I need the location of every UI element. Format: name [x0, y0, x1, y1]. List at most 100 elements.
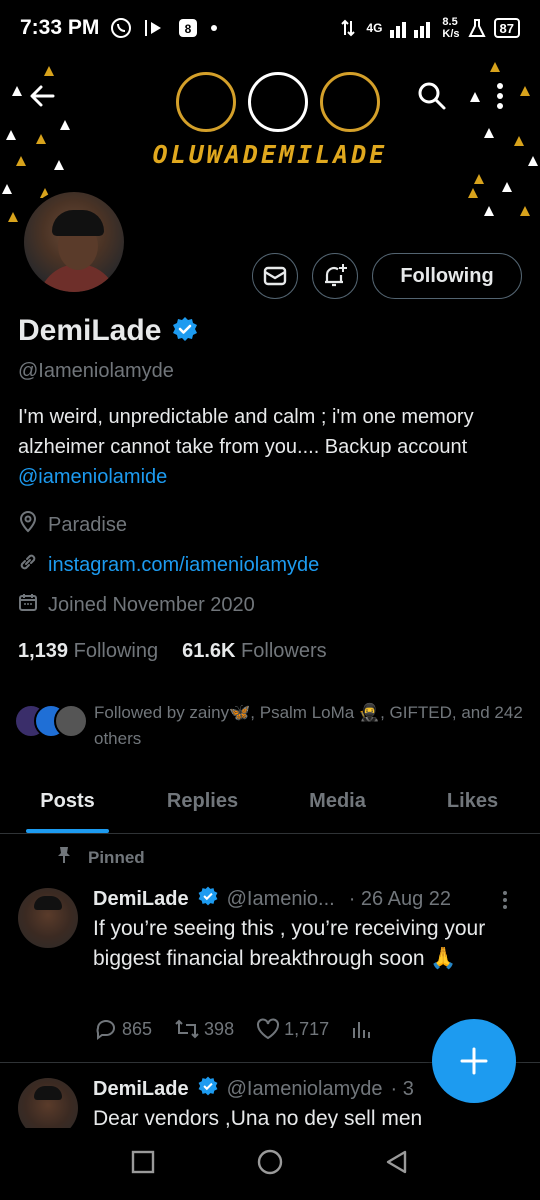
search-icon	[418, 82, 446, 110]
views-button[interactable]	[351, 1018, 373, 1040]
app-notification-icon: 8	[177, 17, 199, 39]
verified-badge-icon	[197, 885, 219, 913]
mail-icon	[263, 266, 287, 286]
network-speed: 8.5 K/s	[442, 16, 460, 40]
more-vertical-icon	[503, 891, 507, 909]
confetti-shape	[2, 184, 12, 194]
confetti-shape	[520, 206, 530, 216]
tab-likes[interactable]: Likes	[405, 770, 540, 833]
tweet-text: If you’re seeing this , you’re receiving…	[93, 917, 486, 970]
tweet-author-name[interactable]: DemiLade	[93, 888, 189, 911]
bell-plus-icon	[325, 264, 347, 287]
confetti-shape	[12, 86, 22, 96]
tweet-header: DemiLade @Iameniolamyde · 3	[93, 1075, 414, 1103]
svg-text:8: 8	[185, 22, 192, 36]
followers-count-link[interactable]: 61.6K Followers	[182, 640, 327, 663]
tweet-text: Dear vendors ,Una no dey sell men	[93, 1107, 423, 1128]
triangle-back-icon	[386, 1150, 407, 1173]
square-icon	[131, 1150, 155, 1173]
profile-avatar[interactable]	[20, 188, 128, 296]
banner-ring	[176, 72, 236, 132]
tweet-avatar[interactable]	[18, 888, 78, 948]
joined-date: Joined November 2020	[48, 593, 255, 616]
tweet-author-name[interactable]: DemiLade	[93, 1078, 189, 1101]
signal-icon	[390, 18, 434, 38]
joined-row: Joined November 2020	[18, 592, 255, 618]
profile-handle: @Iameniolamyde	[18, 360, 174, 382]
recents-button[interactable]	[130, 1149, 156, 1180]
tweet-date: · 3	[390, 1077, 414, 1100]
banner-ring	[248, 72, 308, 132]
status-bar: 7:33 PM 8 4G 8.5 K/s 87	[0, 0, 540, 56]
like-button[interactable]: 1,717	[256, 1018, 329, 1040]
tab-posts[interactable]: Posts	[0, 770, 135, 833]
followed-by-row[interactable]: Followed by zainy🦋, Psalm LoMa 🥷, GIFTED…	[14, 700, 524, 752]
message-button[interactable]	[252, 253, 298, 299]
location-text: Paradise	[48, 513, 127, 536]
tweet-author-handle: @Iamenio...	[226, 887, 335, 910]
profile-name-row: DemiLade	[18, 314, 199, 348]
location-pin-icon	[18, 511, 38, 539]
tweet-date: · 26 Aug 22	[348, 887, 452, 910]
confetti-shape	[8, 212, 18, 222]
banner-title: OLUWADEMILADE	[152, 140, 388, 169]
followed-by-text: Followed by zainy🦋, Psalm LoMa 🥷, GIFTED…	[94, 703, 523, 748]
pinned-indicator: Pinned	[56, 846, 145, 869]
cast-icon	[143, 17, 167, 39]
back-nav-button[interactable]	[384, 1149, 410, 1180]
heart-icon	[257, 1018, 280, 1040]
tweet-actions: 865 398 1,717	[94, 1018, 395, 1040]
confetti-shape	[470, 92, 480, 102]
tweet-author-handle: @Iameniolamyde	[226, 1077, 383, 1100]
confetti-shape	[520, 86, 530, 96]
notifications-button[interactable]	[312, 253, 358, 299]
website-link[interactable]: instagram.com/iameniolamyde	[48, 554, 319, 577]
home-button[interactable]	[256, 1148, 284, 1181]
compose-post-button[interactable]	[432, 1019, 516, 1103]
following-count-link[interactable]: 1,139 Following	[18, 640, 158, 663]
calendar-icon	[18, 592, 38, 618]
network-type: 4G	[366, 21, 383, 35]
banner-ring	[320, 72, 380, 132]
confetti-shape	[474, 174, 484, 184]
arrow-left-icon	[30, 85, 55, 107]
profile-bio: I'm weird, unpredictable and calm ; i'm …	[18, 406, 474, 488]
verified-badge-icon	[171, 315, 199, 348]
confetti-shape	[6, 130, 16, 140]
confetti-shape	[468, 188, 478, 198]
confetti-shape	[502, 182, 512, 192]
link-icon	[18, 552, 38, 578]
reply-button[interactable]: 865	[94, 1018, 152, 1040]
confetti-shape	[484, 206, 494, 216]
following-button[interactable]: Following	[372, 253, 522, 299]
more-vertical-icon	[497, 83, 503, 109]
profile-tabs: Posts Replies Media Likes	[0, 770, 540, 834]
search-button[interactable]	[412, 76, 452, 116]
website-row: instagram.com/iameniolamyde	[18, 552, 319, 578]
circle-icon	[257, 1149, 283, 1174]
status-time: 7:33 PM	[20, 16, 100, 39]
retweet-button[interactable]: 398	[174, 1018, 234, 1040]
tab-replies[interactable]: Replies	[135, 770, 270, 833]
whatsapp-icon	[109, 16, 133, 40]
verified-badge-icon	[197, 1075, 219, 1103]
reply-icon	[96, 1020, 115, 1040]
battery-indicator: 87	[493, 18, 520, 38]
mutual-avatar	[54, 704, 88, 738]
system-nav-bar	[0, 1128, 540, 1200]
confetti-shape	[60, 120, 70, 130]
profile-name: DemiLade	[18, 314, 162, 347]
analytics-icon	[353, 1022, 371, 1038]
more-options-button[interactable]	[480, 76, 520, 116]
follow-counts: 1,139 Following 61.6K Followers	[18, 640, 327, 663]
confetti-shape	[44, 66, 54, 76]
back-button[interactable]	[22, 76, 62, 116]
plus-icon	[460, 1047, 488, 1075]
data-transfer-icon	[340, 17, 358, 39]
pin-icon	[56, 846, 72, 869]
retweet-icon	[175, 1019, 199, 1039]
tab-media[interactable]: Media	[270, 770, 405, 833]
tweet-header: DemiLade @Iamenio... · 26 Aug 22	[93, 885, 451, 913]
bio-mention-link[interactable]: @iameniolamide	[18, 466, 167, 488]
dot-icon	[209, 23, 219, 33]
